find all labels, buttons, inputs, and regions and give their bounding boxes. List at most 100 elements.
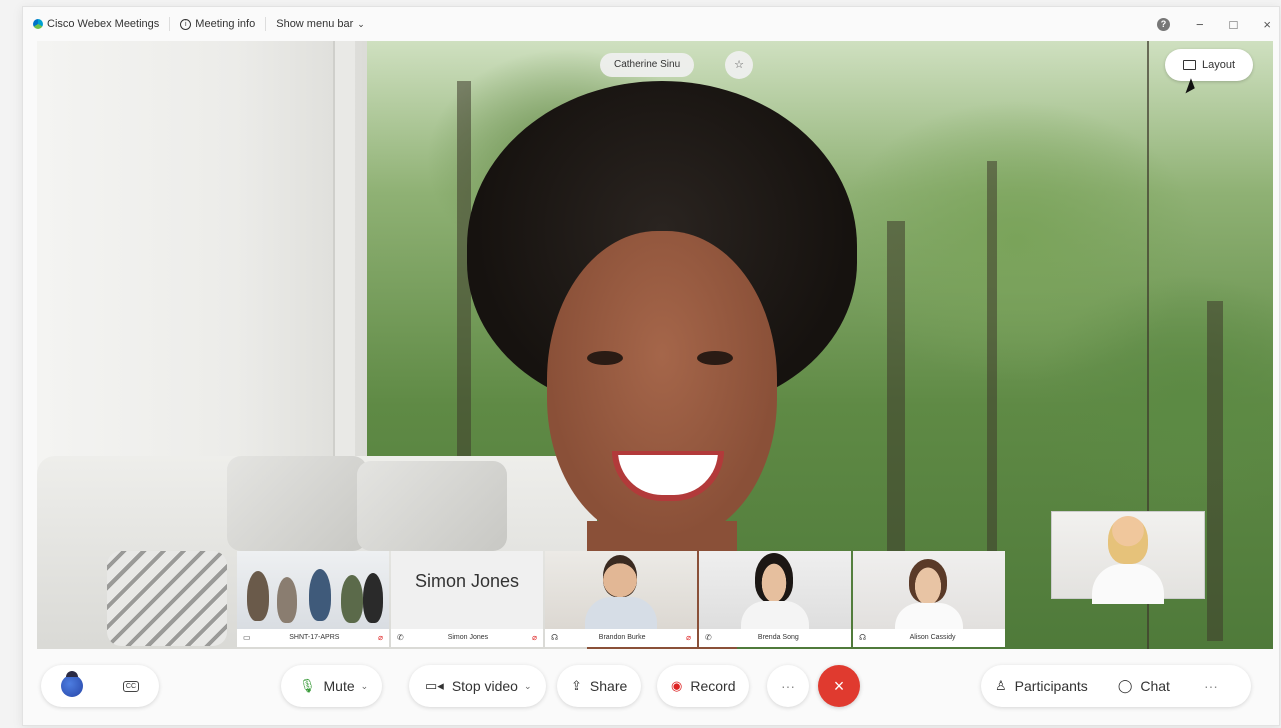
mute-button[interactable]: 🎙 Mute ⌄ <box>281 665 383 707</box>
webex-assistant-icon[interactable] <box>60 671 83 697</box>
room-system-icon: ▭ <box>243 633 251 642</box>
chat-icon: ◯ <box>1117 678 1133 693</box>
maximize-button[interactable]: □ <box>1230 17 1238 32</box>
striped-pillow <box>107 551 227 646</box>
video-stage: Catherine Sinu ☆ Layout ▭ SHNT-17-APRS ⌀… <box>37 41 1273 649</box>
tile-caption: ☊ Alison Cassidy <box>853 629 1005 647</box>
participants-button[interactable]: ♙ Participants <box>995 678 1088 694</box>
video-camera-icon: ▭◂ <box>425 678 444 693</box>
chevron-down-icon[interactable]: ⌄ <box>361 681 369 692</box>
record-button[interactable]: ◉ Record <box>657 665 750 707</box>
person-shirt <box>895 603 963 631</box>
participant-tile[interactable]: ▭ SHNT-17-APRS ⌀ <box>237 551 389 647</box>
person-face <box>603 555 637 597</box>
person-shirt <box>585 597 657 631</box>
person-face <box>909 559 947 603</box>
person <box>341 575 363 623</box>
participant-name: Alison Cassidy <box>909 634 956 641</box>
close-button[interactable]: × <box>1263 17 1271 32</box>
tree-trunk <box>1207 301 1223 641</box>
participant-video <box>699 551 851 631</box>
participants-label: Participants <box>1014 678 1088 694</box>
webex-logo-icon <box>33 19 43 29</box>
pillow <box>227 456 367 551</box>
share-label: Share <box>589 678 628 694</box>
person <box>363 573 383 623</box>
meeting-info-button[interactable]: i Meeting info <box>170 7 265 41</box>
show-menu-bar-label: Show menu bar <box>276 18 354 30</box>
self-view-video[interactable] <box>1051 511 1205 604</box>
share-button[interactable]: ⇪ Share <box>557 665 642 707</box>
record-icon: ◉ <box>671 678 683 693</box>
meeting-window: Cisco Webex Meetings i Meeting info Show… <box>22 6 1280 726</box>
muted-mic-icon: ⌀ <box>686 633 691 642</box>
panel-group: ♙ Participants ◯ Chat ··· <box>981 665 1251 707</box>
tile-caption: ☊ Brandon Burke ⌀ <box>545 629 697 647</box>
tile-caption: ✆ Simon Jones ⌀ <box>391 629 543 647</box>
tree-trunk <box>887 221 905 601</box>
muted-mic-icon: ⌀ <box>532 633 537 642</box>
participant-display-name: Simon Jones <box>414 571 520 591</box>
help-icon[interactable]: ? <box>1156 17 1170 31</box>
participant-name: Brandon Burke <box>598 634 646 641</box>
participant-tile[interactable]: Simon Jones ✆ Simon Jones ⌀ <box>391 551 543 647</box>
headset-icon: ☊ <box>551 633 559 642</box>
chat-button[interactable]: ◯ Chat <box>1118 678 1170 694</box>
participant-name: Simon Jones <box>447 634 489 641</box>
muted-mic-icon: ⌀ <box>378 633 383 642</box>
show-menu-bar-button[interactable]: Show menu bar ⌄ <box>266 7 375 41</box>
info-icon: i <box>180 18 192 30</box>
person-shirt <box>741 601 809 631</box>
mute-label: Mute <box>323 678 355 694</box>
captions-icon[interactable]: CC <box>122 680 140 692</box>
participant-video <box>545 551 697 631</box>
self-face <box>1108 516 1148 564</box>
speaker-face <box>547 231 777 541</box>
chevron-down-icon[interactable]: ⌄ <box>524 681 532 692</box>
stop-video-label: Stop video <box>451 678 518 694</box>
layout-button[interactable]: Layout <box>1165 49 1254 81</box>
phone-icon: ✆ <box>397 633 404 642</box>
participant-tile[interactable]: ☊ Alison Cassidy <box>853 551 1005 647</box>
microphone-icon: 🎙 <box>299 678 316 693</box>
meeting-info-label: Meeting info <box>195 18 256 30</box>
more-panels-button[interactable]: ··· <box>1204 678 1218 694</box>
window-controls: ? − □ × <box>1156 7 1271 41</box>
participant-tile[interactable]: ☊ Brandon Burke ⌀ <box>545 551 697 647</box>
active-speaker-name[interactable]: Catherine Sinu <box>600 53 695 77</box>
window-frame <box>333 41 355 461</box>
tile-caption: ✆ Brenda Song <box>699 629 851 647</box>
minimize-button[interactable]: − <box>1196 17 1204 32</box>
assistant-group: CC <box>41 665 159 707</box>
participant-filmstrip: ▭ SHNT-17-APRS ⌀ Simon Jones ✆ Simon Jon… <box>237 551 1035 647</box>
end-meeting-button[interactable]: × <box>818 665 860 707</box>
self-shirt <box>1092 564 1164 604</box>
more-options-button[interactable]: ··· <box>767 665 809 707</box>
app-title-text: Cisco Webex Meetings <box>47 18 160 30</box>
participant-video <box>853 551 1005 631</box>
person <box>247 571 269 621</box>
headset-icon: ☊ <box>859 633 867 642</box>
person <box>309 569 331 621</box>
layout-icon <box>1183 60 1196 70</box>
person <box>277 577 297 623</box>
chevron-down-icon: ⌄ <box>357 18 365 29</box>
control-bar: CC 🎙 Mute ⌄ ▭◂ Stop video ⌄ ⇪ Share ◉ Re… <box>23 649 1279 725</box>
participant-name: Brenda Song <box>757 634 799 641</box>
tile-caption: ▭ SHNT-17-APRS ⌀ <box>237 629 389 647</box>
participant-name: SHNT-17-APRS <box>289 634 340 641</box>
smile <box>612 451 724 501</box>
pin-icon[interactable]: ☆ <box>725 51 753 79</box>
record-label: Record <box>690 678 736 694</box>
layout-label: Layout <box>1202 59 1236 71</box>
eye <box>587 351 623 365</box>
participants-icon: ♙ <box>995 678 1007 693</box>
tree-trunk <box>987 161 997 601</box>
chat-label: Chat <box>1140 678 1170 694</box>
participant-video <box>237 551 389 629</box>
participant-tile[interactable]: ✆ Brenda Song <box>699 551 851 647</box>
stop-video-button[interactable]: ▭◂ Stop video ⌄ <box>409 665 546 707</box>
person-face <box>755 553 793 603</box>
title-bar: Cisco Webex Meetings i Meeting info Show… <box>23 7 1279 41</box>
app-title: Cisco Webex Meetings <box>23 7 169 41</box>
